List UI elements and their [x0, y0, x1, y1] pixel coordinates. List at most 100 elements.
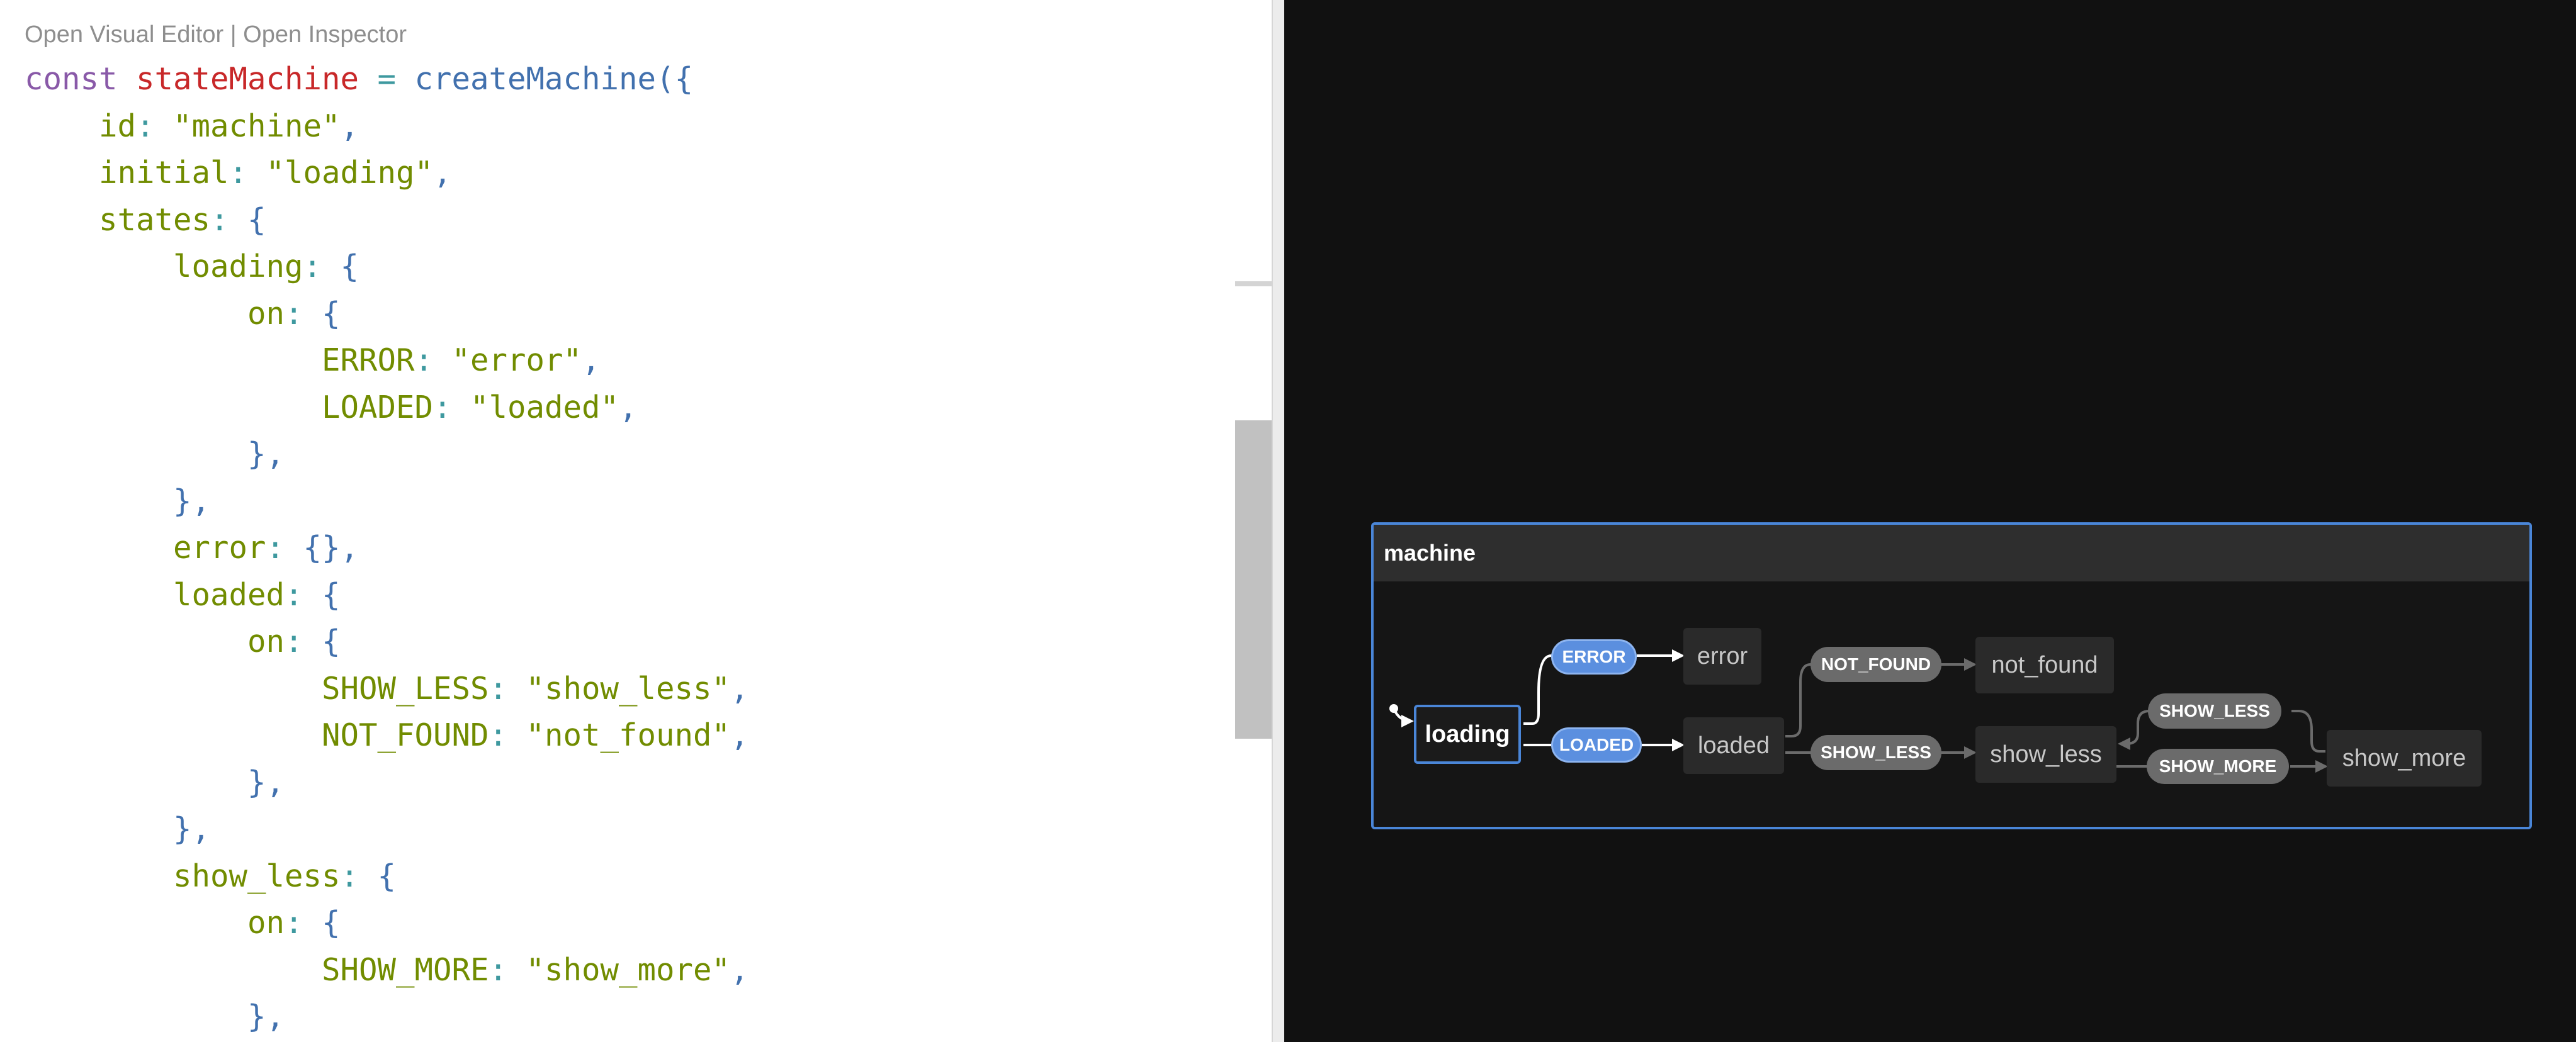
editor-scrollbar-marker — [1235, 281, 1272, 286]
event-not-found-button[interactable]: NOT_FOUND — [1811, 647, 1941, 682]
code-token: SHOW_MORE — [322, 951, 489, 988]
event-show-more-button[interactable]: SHOW_MORE — [2147, 749, 2289, 784]
open-inspector-link[interactable]: Open Inspector — [243, 21, 407, 48]
code-line[interactable]: }, — [25, 994, 749, 1041]
code-token: , — [582, 342, 601, 378]
code-token: : — [489, 951, 526, 988]
code-token: "loading" — [266, 155, 434, 191]
code-line[interactable]: states: { — [25, 197, 749, 244]
event-show-less-back-button[interactable]: SHOW_LESS — [2148, 693, 2281, 729]
code-token: { — [322, 905, 341, 941]
code-line[interactable]: loaded: { — [25, 572, 749, 619]
editor-links: Open Visual Editor | Open Inspector — [25, 19, 407, 50]
code-token: "machine" — [173, 108, 341, 144]
code-line[interactable]: }, — [25, 478, 749, 525]
state-error[interactable]: error — [1683, 628, 1761, 685]
code-line[interactable]: LOADED: "loaded", — [25, 384, 749, 432]
code-editor[interactable]: Open Visual Editor | Open Inspector cons… — [0, 0, 1235, 1042]
code-line[interactable]: on: { — [25, 900, 749, 947]
code-token: "loaded" — [470, 389, 619, 425]
state-show-less[interactable]: show_less — [1975, 726, 2116, 783]
event-loaded-button[interactable]: LOADED — [1551, 727, 1642, 763]
code-line[interactable]: }, — [25, 806, 749, 853]
code-line[interactable]: id: "machine", — [25, 103, 749, 150]
code-token: , — [730, 951, 749, 988]
code-block[interactable]: const stateMachine = createMachine({ id:… — [25, 56, 749, 1041]
code-token: { — [340, 249, 359, 284]
event-error-button[interactable]: ERROR — [1551, 639, 1637, 675]
visualizer-canvas[interactable]: machine loading error loaded not_found s… — [1284, 0, 2576, 1042]
code-token: on — [247, 905, 285, 941]
code-line[interactable]: }, — [25, 759, 749, 807]
code-line[interactable]: SHOW_MORE: "show_more", — [25, 947, 749, 994]
code-token: SHOW_LESS — [322, 670, 489, 707]
state-show-more[interactable]: show_more — [2327, 730, 2482, 787]
code-token: "show_more" — [526, 951, 731, 988]
code-token: = — [359, 61, 415, 97]
code-token: stateMachine — [136, 61, 359, 97]
code-token: : — [414, 342, 452, 378]
code-token: : — [210, 201, 248, 238]
code-line[interactable]: on: { — [25, 291, 749, 338]
code-token: }, — [247, 764, 285, 800]
code-token: "error" — [451, 342, 582, 378]
code-line[interactable]: SHOW_LESS: "show_less", — [25, 666, 749, 713]
machine-node[interactable]: machine loading error loaded not_found s… — [1371, 522, 2532, 829]
code-token: , — [619, 389, 638, 425]
code-token: { — [247, 201, 266, 238]
edge-loaded-notfound — [1785, 663, 1812, 737]
code-token: { — [322, 576, 341, 613]
code-token: on — [247, 624, 285, 659]
editor-scrollbar-thumb[interactable] — [1235, 420, 1272, 739]
code-token: const — [25, 61, 137, 97]
code-token: , — [730, 717, 749, 753]
code-token: , — [730, 670, 749, 707]
state-not-found[interactable]: not_found — [1975, 637, 2114, 693]
code-token: : — [340, 858, 378, 894]
edge-loading-error — [1523, 654, 1554, 725]
code-token: id — [99, 108, 137, 144]
code-token: loaded — [173, 576, 285, 613]
code-token: : — [489, 717, 526, 753]
code-line[interactable]: const stateMachine = createMachine({ — [25, 56, 749, 103]
code-token: : — [285, 295, 322, 332]
code-token: {}, — [303, 530, 359, 566]
event-show-less-button[interactable]: SHOW_LESS — [1811, 735, 1941, 770]
code-line[interactable]: initial: "loading", — [25, 150, 749, 197]
code-token: initial — [99, 155, 229, 191]
pane-resize-divider[interactable] — [1272, 0, 1284, 1042]
code-token: : — [285, 576, 322, 613]
code-line[interactable]: on: { — [25, 619, 749, 666]
link-separator: | — [223, 21, 244, 48]
code-line[interactable]: ERROR: "error", — [25, 337, 749, 384]
code-line[interactable]: error: {}, — [25, 525, 749, 572]
open-visual-editor-link[interactable]: Open Visual Editor — [25, 21, 223, 48]
code-token: NOT_FOUND — [322, 717, 489, 753]
code-line[interactable]: loading: { — [25, 244, 749, 291]
code-line[interactable]: show_less: { — [25, 853, 749, 900]
code-line[interactable]: NOT_FOUND: "not_found", — [25, 712, 749, 759]
code-token: }, — [173, 483, 211, 519]
code-token: "show_less" — [526, 670, 731, 707]
code-line[interactable]: }, — [25, 431, 749, 478]
code-token: { — [322, 295, 341, 332]
code-token: , — [433, 155, 452, 191]
code-token: error — [173, 530, 266, 566]
state-loaded[interactable]: loaded — [1683, 717, 1784, 774]
code-token: { — [322, 624, 341, 659]
state-loading[interactable]: loading — [1414, 705, 1521, 764]
